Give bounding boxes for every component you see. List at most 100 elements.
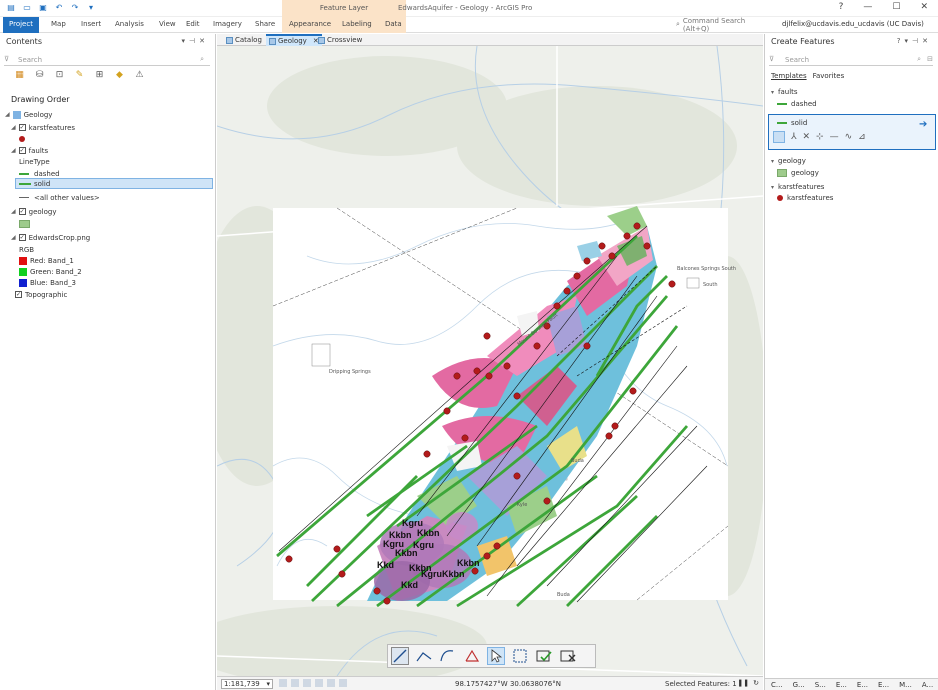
filter-icon[interactable]: ⊽ — [4, 55, 9, 63]
band-red[interactable]: Red: Band_1 — [19, 255, 74, 266]
band-green[interactable]: Green: Band_2 — [19, 266, 82, 277]
pane-tab[interactable]: E... — [836, 681, 847, 689]
bend-icon[interactable]: ⅄ — [791, 132, 797, 142]
symbol-karst[interactable] — [19, 133, 25, 144]
select-box-tool[interactable] — [511, 647, 529, 665]
line-construction-icon[interactable] — [773, 131, 785, 143]
tab-templates[interactable]: Templates — [771, 72, 807, 80]
tab-favorites[interactable]: Favorites — [813, 72, 845, 80]
collapse-icon[interactable]: ▾ — [771, 184, 774, 191]
pane-tab[interactable]: E... — [857, 681, 868, 689]
curve-tool[interactable] — [439, 647, 457, 665]
tab-map[interactable]: Map — [51, 20, 66, 28]
tab-data[interactable]: Data — [385, 20, 402, 28]
grid-icon[interactable] — [339, 679, 347, 687]
visibility-checkbox[interactable]: ✓ — [18, 124, 26, 131]
drawing-order-icon[interactable]: ▦ — [14, 70, 25, 81]
group-geology[interactable]: ▾ geology — [771, 157, 806, 165]
tab-geology[interactable]: Geology ✕ — [266, 34, 322, 46]
pane-tab[interactable]: S... — [815, 681, 826, 689]
visibility-checkbox[interactable]: ✓ — [18, 147, 26, 154]
tab-edit[interactable]: Edit — [186, 20, 200, 28]
grid-icon[interactable] — [291, 679, 299, 687]
collapse-icon[interactable]: ▾ — [771, 158, 774, 165]
polyline-tool[interactable] — [415, 647, 433, 665]
templates-search[interactable]: ⊽ Search ⌕ ⊟ — [769, 54, 933, 66]
visibility-checkbox[interactable]: ✓ — [18, 234, 26, 241]
finish-sketch-icon[interactable] — [535, 647, 553, 665]
curve-icon[interactable]: ∿ — [845, 132, 853, 142]
dash-icon[interactable]: — — [830, 132, 839, 142]
filter-icon[interactable]: ⊽ — [769, 55, 774, 63]
trace-icon[interactable]: ⊿ — [858, 132, 866, 142]
group-karst[interactable]: ▾ karstfeatures — [771, 183, 824, 191]
pane-tab[interactable]: G... — [793, 681, 805, 689]
close-button[interactable]: ✕ — [920, 2, 928, 12]
visibility-checkbox[interactable]: ✓ — [15, 291, 22, 298]
tab-imagery[interactable]: Imagery — [213, 20, 242, 28]
tab-insert[interactable]: Insert — [81, 20, 101, 28]
grid-icon[interactable] — [315, 679, 323, 687]
help-button[interactable]: ? — [839, 2, 844, 12]
pane-tab[interactable]: C... — [771, 681, 783, 689]
search-icon[interactable]: ⌕ — [917, 55, 921, 64]
customize-qat-icon[interactable]: ▾ — [86, 3, 96, 13]
tree-layer-topo[interactable]: ✓ Topographic — [15, 289, 67, 300]
snapping-icon[interactable]: ⊞ — [94, 70, 105, 81]
visibility-checkbox[interactable]: ✓ — [18, 208, 26, 215]
collapse-icon[interactable]: ▾ — [771, 89, 774, 96]
grid-icon[interactable] — [327, 679, 335, 687]
collapse-icon[interactable]: ◢ — [11, 147, 16, 154]
tab-crossview[interactable]: Crossview — [315, 34, 365, 46]
maximize-button[interactable]: ☐ — [892, 2, 900, 12]
tab-appearance[interactable]: Appearance — [289, 20, 331, 28]
editing-icon[interactable]: ✎ — [74, 70, 85, 81]
collapse-icon[interactable]: ◢ — [11, 234, 16, 241]
open-icon[interactable]: ▭ — [22, 3, 32, 13]
split-icon[interactable]: ⊹ — [816, 132, 824, 142]
command-search[interactable]: ⌕ Command Search (Alt+Q) — [676, 17, 773, 33]
minimize-button[interactable]: — — [863, 2, 872, 12]
data-source-icon[interactable]: ⛁ — [34, 70, 45, 81]
band-blue[interactable]: Blue: Band_3 — [19, 277, 76, 288]
template-solid[interactable]: solid — [777, 119, 807, 127]
group-faults[interactable]: ▾ faults — [771, 88, 798, 96]
tab-analysis[interactable]: Analysis — [115, 20, 144, 28]
labeling-icon[interactable]: ◆ — [114, 70, 125, 81]
contents-search[interactable]: ⊽ Search ⌕ — [4, 54, 210, 66]
tree-layer-faults[interactable]: ◢ ✓ faults — [11, 145, 48, 156]
grid-icon[interactable] — [279, 679, 287, 687]
map-canvas[interactable]: Dripping Springs Buda Balcones Springs S… — [217, 46, 763, 676]
user-account[interactable]: djlfelix@ucdavis.edu_ucdavis (UC Davis) — [782, 20, 924, 28]
scale-selector[interactable]: 1:181,739 ▾ — [221, 679, 273, 689]
selection-icon[interactable]: ⊡ — [54, 70, 65, 81]
template-geology[interactable]: geology — [777, 169, 819, 177]
trace-tool[interactable] — [463, 647, 481, 665]
delete-sketch-icon[interactable] — [559, 647, 577, 665]
collapse-icon[interactable]: ◢ — [5, 111, 10, 118]
save-icon[interactable]: ▣ — [38, 3, 48, 13]
redo-icon[interactable]: ↷ — [70, 3, 80, 13]
template-dashed[interactable]: dashed — [777, 100, 817, 108]
refresh-icon[interactable]: ↻ — [753, 679, 759, 687]
template-karst[interactable]: karstfeatures — [777, 194, 833, 202]
symbol-other[interactable]: <all other values> — [19, 192, 100, 203]
tree-layer-karst[interactable]: ◢ ✓ karstfeatures — [11, 122, 75, 133]
undo-icon[interactable]: ↶ — [54, 3, 64, 13]
pane-controls[interactable]: ?▾⊣✕ — [897, 37, 932, 45]
selected-features-count[interactable]: Selected Features: 1 — [665, 680, 737, 688]
symbol-solid-selected[interactable]: solid — [15, 178, 213, 189]
tab-catalog[interactable]: Catalog — [223, 34, 265, 46]
pause-icon[interactable]: ❚❚ — [737, 679, 749, 687]
arrow-right-icon[interactable]: ➔ — [919, 119, 927, 130]
select-tool[interactable] — [487, 647, 505, 665]
collapse-icon[interactable]: ◢ — [11, 124, 16, 131]
tab-labeling[interactable]: Labeling — [342, 20, 372, 28]
symbol-geology[interactable] — [19, 218, 30, 229]
tab-share[interactable]: Share — [255, 20, 275, 28]
tree-map[interactable]: ◢ Geology — [5, 109, 52, 120]
pane-tab[interactable]: M... — [899, 681, 912, 689]
tab-project[interactable]: Project — [3, 17, 39, 33]
tree-layer-geology[interactable]: ◢ ✓ geology — [11, 206, 56, 217]
pane-tab[interactable]: A... — [922, 681, 933, 689]
